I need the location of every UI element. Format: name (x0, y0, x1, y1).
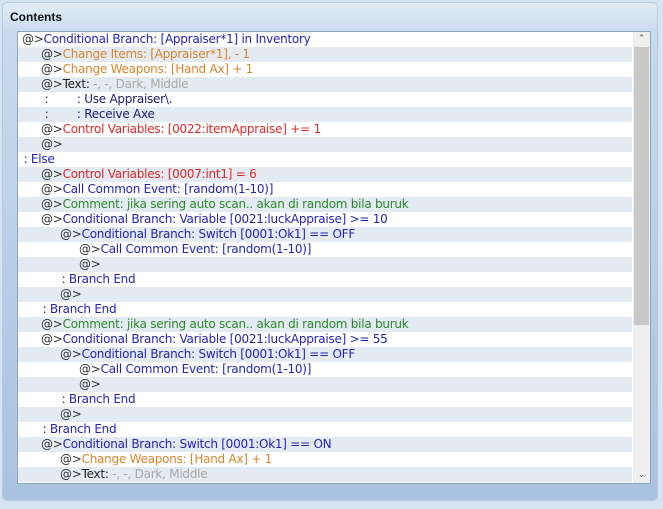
command-prefix: @> (79, 362, 101, 376)
command-prefix: @> (41, 437, 63, 451)
command-text: Else (30, 152, 55, 166)
command-row[interactable]: @>Conditional Branch: [Appraiser*1] in I… (18, 32, 632, 47)
command-prefix: @> (41, 317, 63, 331)
command-text: Conditional Branch: Switch [0001:Ok1] ==… (81, 347, 356, 361)
command-row[interactable]: @> (18, 257, 632, 272)
command-text: : Receive Axe (48, 107, 155, 121)
command-prefix: @> (41, 197, 63, 211)
vertical-scrollbar[interactable]: ⌃ ⌄ (633, 32, 650, 483)
command-prefix: @> (79, 242, 101, 256)
command-row[interactable]: @> (18, 287, 632, 302)
command-row[interactable]: @>Call Common Event: [random(1-10)] (18, 242, 632, 257)
command-row[interactable]: @>Call Common Event: [random(1-10)] (18, 182, 632, 197)
command-row[interactable]: @>Change Weapons: [Hand Ax] + 1 (18, 452, 632, 467)
command-text: Branch End (49, 302, 117, 316)
command-prefix: @> (60, 452, 82, 466)
command-row[interactable]: @>Comment: jika sering auto scan.. akan … (18, 197, 632, 212)
command-text: -, -, Dark, Middle (93, 77, 189, 91)
command-prefix: @> (60, 467, 82, 481)
command-colon-prefix: : (39, 302, 50, 316)
command-row[interactable]: @>Control Variables: [0022:itemAppraise]… (18, 122, 632, 137)
command-prefix: @> (60, 287, 82, 301)
command-text: Change Weapons: [Hand Ax] + 1 (81, 452, 273, 466)
command-row[interactable]: @>Text: -, -, Dark, Middle (18, 77, 632, 92)
command-text: Conditional Branch: [Appraiser*1] in Inv… (43, 32, 311, 46)
command-row[interactable]: : Branch End (18, 302, 632, 317)
command-row[interactable]: @>Change Weapons: [Hand Ax] + 1 (18, 62, 632, 77)
command-text: Conditional Branch: Switch [0001:Ok1] ==… (62, 437, 332, 451)
command-colon-prefix: : (20, 152, 31, 166)
command-text: Text (81, 467, 106, 481)
command-row[interactable]: @>Conditional Branch: Switch [0001:Ok1] … (18, 347, 632, 362)
panel-title: Contents (10, 10, 62, 24)
command-prefix: @> (41, 77, 63, 91)
scroll-down-icon[interactable]: ⌄ (633, 468, 650, 483)
command-text: Call Common Event: [random(1-10)] (100, 242, 312, 256)
command-prefix: @> (60, 347, 82, 361)
contents-panel: Contents @>Conditional Branch: [Appraise… (2, 2, 658, 501)
command-row[interactable]: @> (18, 137, 632, 152)
command-colon-prefix: : (39, 422, 50, 436)
command-prefix: @> (79, 257, 101, 271)
command-text: Comment: jika sering auto scan.. akan di… (62, 317, 409, 331)
command-row[interactable]: @>Conditional Branch: Variable [0021:luc… (18, 332, 632, 347)
command-row[interactable]: @>Text: -, -, Dark, Middle (18, 467, 632, 482)
command-row[interactable]: : Else (18, 152, 632, 167)
command-text: Conditional Branch: Variable [0021:luckA… (62, 332, 388, 346)
command-prefix: @> (22, 32, 44, 46)
command-row[interactable]: : : Receive Axe (18, 107, 632, 122)
command-prefix: @> (41, 167, 63, 181)
command-text: Control Variables: [0022:itemAppraise] +… (62, 122, 322, 136)
command-row[interactable]: : Branch End (18, 422, 632, 437)
command-text: : Use Appraiser\. (48, 92, 173, 106)
command-row[interactable]: @>Control Variables: [0007:int1] = 6 (18, 167, 632, 182)
command-text: Conditional Branch: Variable [0021:luckA… (62, 212, 388, 226)
command-row[interactable]: @>Call Common Event: [random(1-10)] (18, 362, 632, 377)
command-text: Branch End (49, 422, 117, 436)
command-row[interactable]: : Branch End (18, 272, 632, 287)
command-row[interactable]: : Branch End (18, 392, 632, 407)
command-prefix: @> (60, 407, 82, 421)
command-prefix: @> (41, 47, 63, 61)
command-prefix: @> (41, 122, 63, 136)
command-rows: @>Conditional Branch: [Appraiser*1] in I… (18, 32, 632, 482)
command-prefix: @> (41, 212, 63, 226)
command-text: Change Weapons: [Hand Ax] + 1 (62, 62, 254, 76)
command-row[interactable]: @> (18, 377, 632, 392)
command-prefix: @> (41, 182, 63, 196)
command-text: Control Variables: [0007:int1] = 6 (62, 167, 257, 181)
command-text: Call Common Event: [random(1-10)] (62, 182, 274, 196)
command-row[interactable]: @>Conditional Branch: Switch [0001:Ok1] … (18, 437, 632, 452)
command-row[interactable]: @>Comment: jika sering auto scan.. akan … (18, 317, 632, 332)
command-text: Conditional Branch: Switch [0001:Ok1] ==… (81, 227, 356, 241)
command-row[interactable]: @>Conditional Branch: Switch [0001:Ok1] … (18, 227, 632, 242)
command-prefix: @> (79, 377, 101, 391)
command-prefix: @> (41, 62, 63, 76)
command-text: Call Common Event: [random(1-10)] (100, 362, 312, 376)
command-text: Branch End (68, 392, 136, 406)
scroll-up-icon[interactable]: ⌃ (633, 32, 650, 47)
command-prefix: @> (41, 332, 63, 346)
command-text: Change Items: [Appraiser*1], - 1 (62, 47, 250, 61)
scrollbar-thumb[interactable] (634, 47, 649, 325)
command-text: Branch End (68, 272, 136, 286)
command-row[interactable]: : : Use Appraiser\. (18, 92, 632, 107)
command-prefix: @> (41, 137, 63, 151)
command-text: -, -, Dark, Middle (112, 467, 208, 481)
event-command-list[interactable]: @>Conditional Branch: [Appraiser*1] in I… (17, 31, 651, 484)
command-row[interactable]: @>Change Items: [Appraiser*1], - 1 (18, 47, 632, 62)
command-colon-prefix: : (58, 272, 69, 286)
command-row[interactable]: @> (18, 407, 632, 422)
command-prefix: @> (60, 227, 82, 241)
command-colon-prefix: : (58, 392, 69, 406)
command-text: Comment: jika sering auto scan.. akan di… (62, 197, 409, 211)
command-row[interactable]: @>Conditional Branch: Variable [0021:luc… (18, 212, 632, 227)
command-text: Text (62, 77, 87, 91)
